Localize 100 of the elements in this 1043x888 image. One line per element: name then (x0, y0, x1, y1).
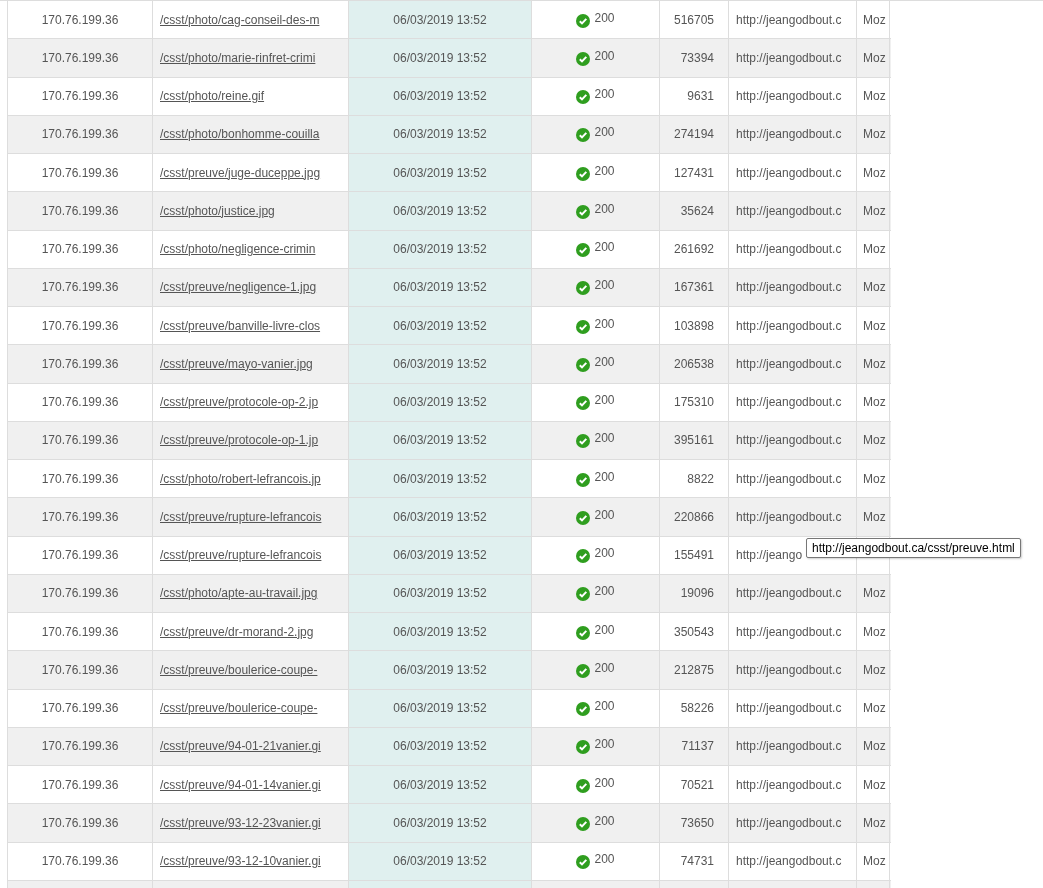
ip-address-cell: 170.76.199.36 (8, 498, 153, 536)
check-icon (576, 319, 591, 334)
file-path-link[interactable]: /csst/preuve/dr-morand-2.jpg (160, 624, 314, 639)
size-cell: 261692 (660, 230, 729, 268)
check-icon (576, 625, 591, 640)
check-icon (576, 663, 591, 678)
timestamp-cell: 06/03/2019 13:52 (349, 307, 532, 345)
user-agent-text: Moz (863, 662, 886, 677)
timestamp-cell: 06/03/2019 13:52 (349, 766, 532, 804)
ip-address-cell: 170.76.199.36 (8, 766, 153, 804)
size-cell: 71137 (660, 727, 729, 765)
timestamp-cell: 06/03/2019 13:52 (349, 460, 532, 498)
referer-cell: http://jeangodbout.c (729, 230, 857, 268)
file-path-link[interactable]: /csst/preuve/juge-duceppe.jpg (160, 165, 321, 180)
ip-address-cell: 170.76.199.36 (8, 460, 153, 498)
timestamp-cell: 06/03/2019 13:52 (349, 498, 532, 536)
status-code: 200 (594, 125, 615, 140)
size-cell: 155491 (660, 536, 729, 574)
file-path-link[interactable]: /csst/preuve/boulerice-coupe- (160, 701, 318, 716)
referer-cell: http://jeangodbout.c (729, 154, 857, 192)
referer-cell: http://jeangodbout.c (729, 689, 857, 727)
check-icon (576, 740, 591, 755)
check-icon (576, 472, 591, 487)
timestamp-cell: 06/03/2019 13:52 (349, 115, 532, 153)
file-path-link[interactable]: /csst/preuve/banville-livre-clos (160, 318, 321, 333)
ip-address-cell: 170.76.199.36 (8, 115, 153, 153)
status-code: 200 (594, 813, 615, 828)
file-path-link[interactable]: /csst/photo/apte-au-travail.jpg (160, 586, 318, 601)
check-icon (576, 816, 591, 831)
timestamp-cell: 06/03/2019 13:52 (349, 77, 532, 115)
size-cell: 19096 (660, 574, 729, 612)
user-agent-text: Moz (863, 701, 886, 716)
check-icon (576, 702, 591, 717)
user-agent-text: Moz (863, 280, 886, 295)
file-path-link[interactable]: /csst/photo/cag-conseil-des-m (160, 12, 320, 27)
user-agent-text: Moz (863, 815, 886, 830)
size-cell: 206538 (660, 345, 729, 383)
timestamp-cell: 06/03/2019 13:52 (349, 727, 532, 765)
file-path-link[interactable]: /csst/preuve/93-12-23vanier.gi (160, 815, 321, 830)
status-code: 200 (594, 431, 615, 446)
referer-cell: http://jeangodbout.c (729, 1, 857, 39)
timestamp-cell: 06/03/2019 13:52 (349, 1, 532, 39)
timestamp-cell: 06/03/2019 13:52 (349, 689, 532, 727)
timestamp-cell: 06/03/2019 13:52 (349, 613, 532, 651)
ip-address-cell: 170.76.199.36 (8, 307, 153, 345)
size-cell: 70521 (660, 766, 729, 804)
ip-address-cell: 170.76.199.36 (8, 345, 153, 383)
status-code: 200 (594, 737, 615, 752)
file-path-link[interactable]: /csst/preuve/94-01-14vanier.gi (160, 777, 321, 792)
ip-address-cell: 170.76.199.36 (8, 268, 153, 306)
file-path-link[interactable]: /csst/photo/robert-lefrancois.jp (160, 471, 321, 486)
file-path-link[interactable]: /csst/preuve/rupture-lefrancois (160, 509, 322, 524)
file-path-link[interactable]: /csst/preuve/boulerice-coupe- (160, 662, 318, 677)
check-icon (576, 166, 591, 181)
file-path-link[interactable]: /csst/photo/justice.jpg (160, 203, 275, 218)
tooltip: http://jeangodbout.ca/csst/preuve.html (806, 538, 1021, 558)
file-path-link[interactable]: /csst/photo/marie-rinfret-crimi (160, 50, 316, 65)
file-path-link[interactable]: /csst/preuve/protocole-op-2.jp (160, 395, 319, 410)
ip-address-cell: 170.76.199.36 (8, 536, 153, 574)
user-agent-text: Moz (863, 739, 886, 754)
timestamp-cell: 06/03/2019 13:52 (349, 39, 532, 77)
referer-cell: http://jeangodbout.c (729, 268, 857, 306)
file-path-link[interactable]: /csst/preuve/94-01-21vanier.gi (160, 739, 321, 754)
status-code: 200 (594, 775, 615, 790)
size-cell: 395161 (660, 421, 729, 459)
file-path-link[interactable]: /csst/photo/reine.gif (160, 89, 265, 104)
timestamp-cell: 06/03/2019 13:52 (349, 154, 532, 192)
status-code: 200 (594, 240, 615, 255)
user-agent-text: Moz (863, 318, 886, 333)
user-agent-text: Moz (863, 356, 886, 371)
user-agent-text: Moz (863, 777, 886, 792)
timestamp-cell: 06/03/2019 13:52 (349, 230, 532, 268)
referer-cell: http://jeangodbout.c (729, 77, 857, 115)
size-cell: 516705 (660, 1, 729, 39)
file-path-link[interactable]: /csst/preuve/rupture-lefrancois (160, 548, 322, 563)
timestamp-cell: 06/03/2019 13:52 (349, 651, 532, 689)
ip-address-cell: 170.76.199.36 (8, 574, 153, 612)
check-icon (576, 587, 591, 602)
user-agent-text: Moz (863, 89, 886, 104)
check-icon (576, 281, 591, 296)
user-agent-text: Moz (863, 509, 886, 524)
file-path-link[interactable]: /csst/photo/negligence-crimin (160, 242, 316, 257)
file-path-link[interactable]: /csst/preuve/negligence-1.jpg (160, 280, 317, 295)
size-cell: 167361 (660, 268, 729, 306)
user-agent-text: Moz (863, 127, 886, 142)
status-code: 200 (594, 546, 615, 561)
status-code: 200 (594, 469, 615, 484)
file-path-link[interactable]: /csst/photo/bonhomme-couilla (160, 127, 320, 142)
timestamp-cell: 06/03/2019 13:52 (349, 383, 532, 421)
status-code: 200 (594, 699, 615, 714)
size-cell: 103898 (660, 307, 729, 345)
file-path-link[interactable]: /csst/preuve/93-12-10vanier.gi (160, 854, 321, 869)
size-cell: 127431 (660, 154, 729, 192)
referer-cell: http://jeangodbout.c (729, 651, 857, 689)
size-cell: 175310 (660, 383, 729, 421)
ip-address-cell: 170.76.199.36 (8, 383, 153, 421)
file-path-link[interactable]: /csst/preuve/protocole-op-1.jp (160, 433, 319, 448)
user-agent-text: Moz (863, 203, 886, 218)
check-icon (576, 549, 591, 564)
file-path-link[interactable]: /csst/preuve/mayo-vanier.jpg (160, 356, 313, 371)
